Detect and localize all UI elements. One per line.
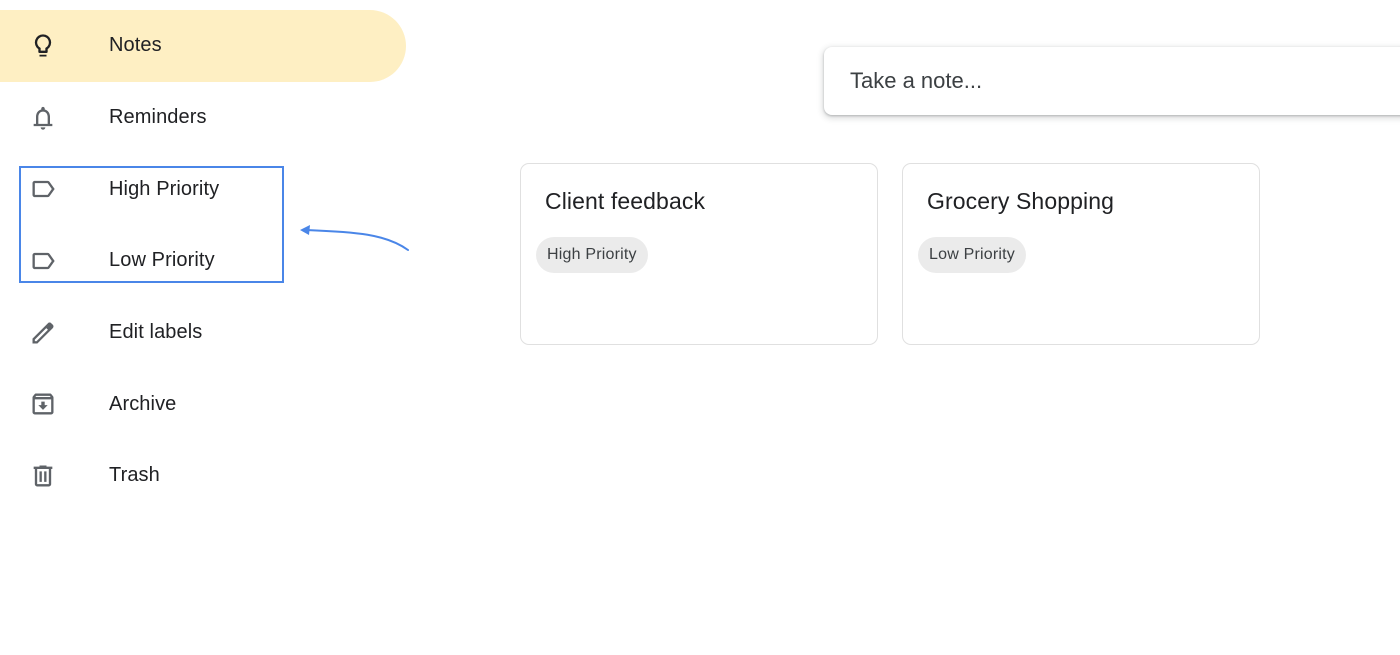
- trash-icon: [29, 462, 57, 490]
- sidebar-item-label: Edit labels: [109, 321, 203, 344]
- label-icon: [29, 247, 57, 275]
- sidebar-item-reminders[interactable]: Reminders: [0, 82, 406, 154]
- note-card[interactable]: Grocery Shopping Low Priority: [902, 163, 1260, 345]
- note-title: Grocery Shopping: [927, 188, 1114, 214]
- keep-app: Notes Reminders High Priority Low Priori…: [0, 0, 1400, 655]
- pencil-icon: [29, 319, 57, 347]
- sidebar-item-trash[interactable]: Trash: [0, 440, 406, 512]
- note-title: Client feedback: [545, 188, 706, 214]
- sidebar-item-archive[interactable]: Archive: [0, 368, 406, 440]
- archive-icon: [29, 390, 57, 418]
- sidebar-item-high-priority[interactable]: High Priority: [0, 153, 406, 225]
- sidebar-item-label: Low Priority: [109, 249, 215, 272]
- take-a-note-bar[interactable]: [824, 47, 1400, 115]
- sidebar-item-label: High Priority: [109, 177, 220, 200]
- sidebar-item-label: Trash: [109, 464, 160, 487]
- lightbulb-icon: [29, 32, 57, 60]
- sidebar-item-edit-labels[interactable]: Edit labels: [0, 297, 406, 369]
- sidebar-item-label: Notes: [109, 34, 162, 57]
- sidebar-item-low-priority[interactable]: Low Priority: [0, 225, 406, 297]
- label-icon: [29, 175, 57, 203]
- note-label-chip[interactable]: Low Priority: [918, 237, 1026, 273]
- note-label-chip[interactable]: High Priority: [536, 237, 648, 273]
- sidebar-item-notes[interactable]: Notes: [0, 10, 406, 82]
- note-card[interactable]: Client feedback High Priority: [520, 163, 878, 345]
- sidebar-item-label: Reminders: [109, 106, 207, 129]
- take-a-note-input[interactable]: [850, 68, 1400, 94]
- sidebar-item-label: Archive: [109, 392, 177, 415]
- bell-icon: [29, 104, 57, 132]
- sidebar: Notes Reminders High Priority Low Priori…: [0, 10, 406, 512]
